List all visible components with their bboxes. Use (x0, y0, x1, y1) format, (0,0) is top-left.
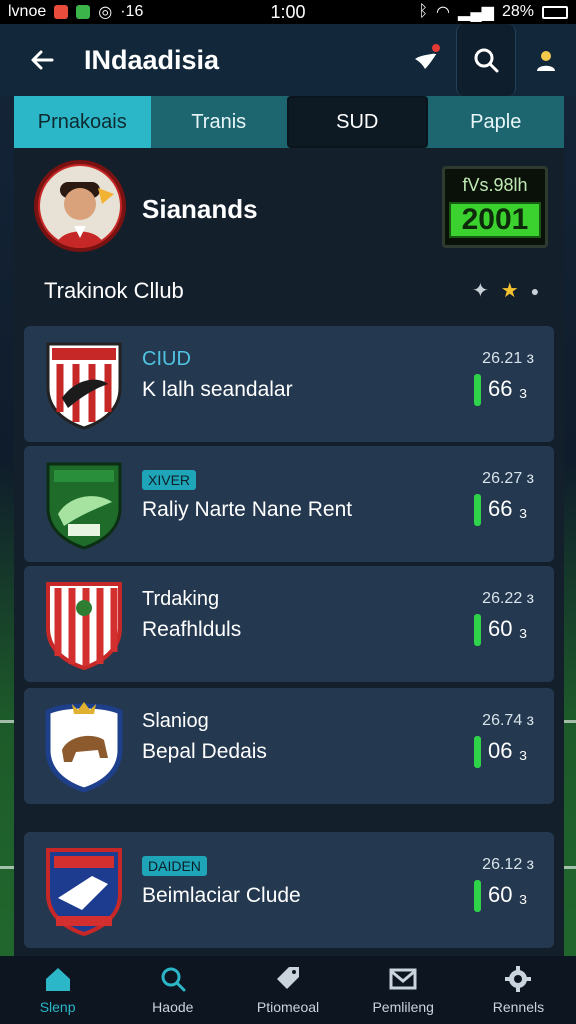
club-label: Trdaking (142, 588, 220, 610)
club-card[interactable]: Slaniog Bepal Dedais 26.74 ɜ 06 ₃ (24, 688, 554, 804)
bluetooth-icon: ᛒ (418, 3, 429, 20)
home-icon (45, 968, 70, 991)
club-score: 66 ₃ (488, 496, 528, 521)
club-crest-icon (46, 462, 122, 550)
profile-button[interactable] (516, 24, 576, 96)
profile-name: Sianands (142, 194, 258, 224)
club-crest-icon (46, 848, 122, 936)
profile-avatar[interactable] (34, 160, 126, 252)
club-crest-icon (45, 702, 123, 792)
club-status-bar (474, 494, 481, 526)
battery-icon (542, 5, 568, 19)
club-score: 06 ₃ (488, 738, 528, 763)
user-icon (537, 51, 555, 71)
nav-label: Ptiomeoal (256, 999, 320, 1015)
bottom-navigation: Slenp Haode Ptiomeoal Pemlileng Rennels (0, 956, 576, 1024)
sparkle-icon[interactable]: ✦ (472, 278, 489, 303)
search-icon (474, 48, 499, 73)
search-icon (161, 967, 186, 992)
mail-icon (389, 968, 417, 990)
notifications-button[interactable] (396, 24, 456, 96)
wifi-icon: ◠ (436, 4, 451, 21)
status-time: 1:00 (270, 1, 306, 22)
club-score: 60 ₃ (488, 616, 528, 641)
nav-label: Slenp (39, 999, 76, 1015)
star-icon[interactable]: ★ (501, 278, 519, 303)
club-card[interactable]: CIUD K lalh seandalar 26.21 ɜ 66 ₃ (24, 326, 554, 442)
app-header: INdaadisia (0, 24, 576, 96)
club-crest-icon (46, 582, 122, 670)
club-label: CIUD (142, 348, 191, 370)
signal-icon: ▂▄▆ (458, 4, 494, 21)
club-score: 66 ₃ (488, 376, 528, 401)
notification-badge (430, 42, 442, 54)
player-portrait (40, 166, 120, 248)
club-status-bar (474, 614, 481, 646)
tab-paple[interactable]: Paple (427, 96, 564, 148)
tab-bar: Prnakoais Tranis SUD Paple (14, 96, 564, 148)
club-name: Reafhlduls (142, 618, 242, 641)
club-status-bar (474, 880, 481, 912)
club-name: Raliy Narte Nane Rent (142, 498, 353, 521)
club-time: 26.27 ɜ (482, 470, 534, 487)
app-icon (76, 5, 91, 19)
status-left-text: lvnoe (8, 3, 47, 20)
search-button[interactable] (456, 24, 516, 96)
club-card[interactable]: DAIDEN Beimlaciar Clude 26.12 ɜ 60 ₃ (24, 832, 554, 948)
club-status-bar (474, 374, 481, 406)
network-text: ·16 (120, 3, 144, 20)
nav-search[interactable]: Haode (115, 956, 230, 1024)
battery-text: 28% (501, 3, 534, 20)
club-name: Beimlaciar Clude (142, 884, 301, 907)
nav-settings[interactable]: Rennels (461, 956, 576, 1024)
tab-sud[interactable]: SUD (287, 96, 428, 148)
club-time: 26.21 ɜ (482, 350, 534, 367)
club-time: 26.74 ɜ (482, 712, 534, 729)
dot-icon[interactable]: ● (531, 283, 539, 299)
section-actions: ✦ ★ ● (472, 278, 539, 303)
status-bar: lvnoe ◎ ·16 1:00 ᛒ ◠ ▂▄▆ 28% (0, 0, 576, 24)
club-status-bar (474, 736, 481, 768)
tab-prnakoais[interactable]: Prnakoais (14, 96, 151, 148)
club-name: Bepal Dedais (142, 740, 267, 763)
scoreboard-header: fVs.98lh (462, 175, 528, 195)
nav-label: Rennels (492, 999, 545, 1015)
main-panel: Sianands fVs.98lh 2001 Trakinok Cllub ✦ … (14, 148, 564, 956)
scoreboard-value: 2001 (449, 202, 541, 238)
club-time: 26.12 ɜ (482, 856, 534, 873)
nav-home[interactable]: Slenp (0, 956, 115, 1024)
nav-tag[interactable]: Ptiomeoal (230, 956, 345, 1024)
arrow-left-icon (31, 50, 54, 70)
tab-tranis[interactable]: Tranis (150, 96, 287, 148)
scoreboard: fVs.98lh 2001 (442, 166, 548, 248)
gear-icon (505, 966, 532, 992)
club-card[interactable]: XIVER Raliy Narte Nane Rent 26.27 ɜ 66 ₃ (24, 446, 554, 562)
nav-label: Pemlileng (372, 999, 434, 1015)
nav-messages[interactable]: Pemlileng (346, 956, 461, 1024)
record-icon: ◎ (98, 4, 113, 21)
photo-icon (54, 5, 69, 19)
club-tag: DAIDEN (142, 856, 207, 876)
tag-icon (277, 967, 299, 989)
page-title: INdaadisia (84, 44, 220, 75)
club-time: 26.22 ɜ (482, 590, 534, 607)
club-tag: XIVER (142, 470, 197, 490)
back-button[interactable] (0, 24, 84, 96)
club-label: Slaniog (142, 710, 209, 732)
club-card[interactable]: Trdaking Reafhlduls 26.22 ɜ 60 ₃ (24, 566, 554, 682)
nav-label: Haode (152, 999, 194, 1015)
club-score: 60 ₃ (488, 882, 528, 907)
club-name: K lalh seandalar (142, 378, 293, 401)
section-title: Trakinok Cllub (44, 278, 184, 303)
club-crest-icon (46, 342, 122, 430)
